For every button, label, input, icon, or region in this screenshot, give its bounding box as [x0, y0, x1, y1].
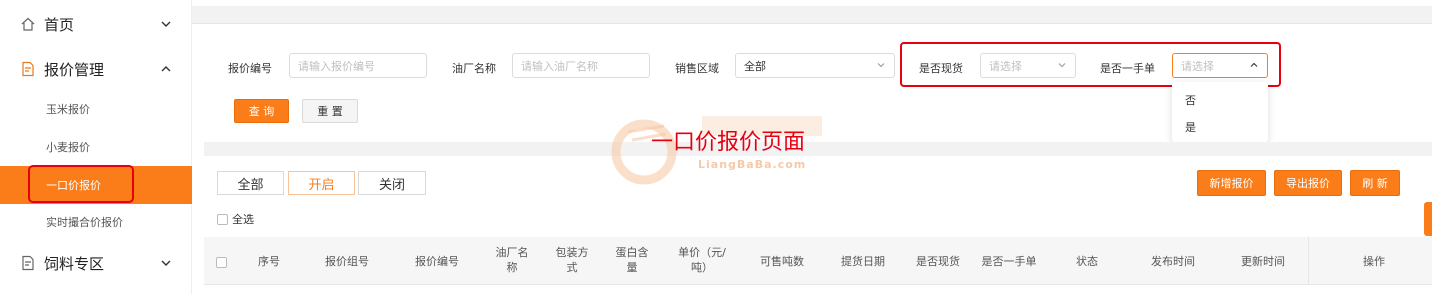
first-hand-select[interactable]: 请选择 — [1172, 53, 1268, 78]
chevron-down-icon — [161, 260, 171, 266]
app-root: 首页 报价管理 玉米报价 小麦报价 一口价报价 实时撮合价报价 饲料专区 报价编… — [0, 0, 1432, 294]
submenu-item-corn-quote[interactable]: 玉米报价 — [0, 90, 192, 128]
document-icon — [22, 61, 34, 77]
document-icon — [22, 255, 34, 271]
reset-button[interactable]: 重 置 — [302, 99, 358, 123]
tab-all[interactable]: 全部 — [217, 171, 284, 195]
mill-name-label: 油厂名称 — [452, 62, 496, 75]
spot-select[interactable]: 请选择 — [980, 53, 1076, 78]
column-header-update-time: 更新时间 — [1241, 255, 1285, 268]
column-header-quote-no: 报价编号 — [415, 255, 459, 268]
add-quote-button[interactable]: 新增报价 — [1197, 170, 1266, 196]
submenu-item-realtime-match-quote[interactable]: 实时撮合价报价 — [0, 203, 192, 241]
select-all[interactable]: 全选 — [217, 211, 254, 227]
mill-name-input[interactable]: 请输入油厂名称 — [512, 53, 650, 78]
column-header-packaging: 包装方式 — [555, 246, 589, 274]
quote-no-label: 报价编号 — [228, 62, 272, 75]
export-quote-button[interactable]: 导出报价 — [1274, 170, 1342, 196]
tab-closed[interactable]: 关闭 — [358, 171, 426, 195]
column-header-is-first-hand: 是否一手单 — [981, 255, 1037, 268]
column-header-status: 状态 — [1076, 255, 1098, 268]
tab-open[interactable]: 开启 — [288, 171, 355, 195]
chevron-down-icon — [877, 63, 885, 68]
watermark-text: LiangBaBa.com — [698, 158, 807, 171]
sidebar-item-label: 首页 — [44, 15, 75, 34]
chevron-down-icon — [1058, 63, 1066, 68]
header-checkbox[interactable] — [216, 257, 227, 268]
select-all-checkbox[interactable] — [217, 213, 228, 225]
sidebar-item-quote-management[interactable]: 报价管理 — [0, 55, 192, 83]
chevron-up-icon — [1250, 62, 1258, 67]
region-select-value: 全部 — [744, 59, 766, 73]
sidebar-item-feed-zone[interactable]: 饲料专区 — [0, 249, 192, 277]
chevron-down-icon — [161, 21, 171, 27]
table-header: 序号 报价组号 报价编号 油厂名称 包装方式 蛋白含量 单价（元/吨） 可售吨数… — [204, 237, 1432, 285]
chevron-up-icon — [161, 66, 171, 72]
section-divider — [204, 142, 1432, 156]
first-hand-select-placeholder: 请选择 — [1181, 59, 1214, 73]
column-header-mill-name: 油厂名称 — [495, 246, 529, 274]
dropdown-option-yes[interactable]: 是 — [1185, 119, 1196, 135]
dropdown-option-no[interactable]: 否 — [1185, 92, 1196, 108]
spot-label: 是否现货 — [919, 62, 963, 75]
sidebar-item-home[interactable]: 首页 — [0, 10, 192, 38]
column-header-publish-time: 发布时间 — [1151, 255, 1195, 268]
column-header-available-tons: 可售吨数 — [760, 255, 804, 268]
sidebar-item-label: 报价管理 — [44, 60, 105, 79]
side-collapse-tab[interactable] — [1424, 202, 1432, 236]
home-icon — [21, 17, 35, 31]
region-select[interactable]: 全部 — [735, 53, 895, 78]
submenu-item-fixed-price-quote[interactable]: 一口价报价 — [0, 166, 192, 204]
column-header-pickup-date: 提货日期 — [841, 255, 885, 268]
column-header-is-spot: 是否现货 — [916, 255, 960, 268]
sidebar: 首页 报价管理 玉米报价 小麦报价 一口价报价 实时撮合价报价 饲料专区 — [0, 0, 192, 294]
query-button[interactable]: 查 询 — [234, 99, 289, 123]
submenu-item-wheat-quote[interactable]: 小麦报价 — [0, 128, 192, 166]
spot-select-placeholder: 请选择 — [989, 59, 1022, 73]
column-header-protein: 蛋白含量 — [615, 246, 649, 274]
refresh-button[interactable]: 刷 新 — [1350, 170, 1400, 196]
annotation-title: 一口价报价页面 — [651, 130, 806, 155]
column-header-quote-group: 报价组号 — [325, 255, 369, 268]
region-label: 销售区域 — [675, 62, 719, 75]
sidebar-item-label: 饲料专区 — [44, 254, 105, 273]
first-hand-label: 是否一手单 — [1100, 62, 1155, 75]
column-header-actions: 操作 — [1363, 255, 1385, 268]
column-header-index: 序号 — [258, 255, 280, 268]
top-bar — [192, 0, 1432, 24]
column-header-unit-price: 单价（元/吨） — [678, 246, 726, 274]
quote-no-input[interactable]: 请输入报价编号 — [289, 53, 427, 78]
first-hand-dropdown: 否 是 — [1172, 82, 1268, 142]
select-all-label: 全选 — [232, 213, 254, 226]
